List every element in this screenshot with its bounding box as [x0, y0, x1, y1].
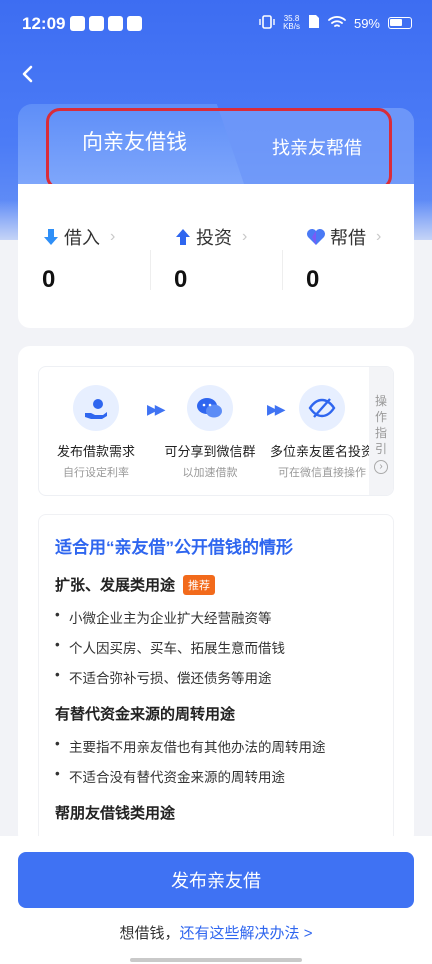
- stat-label: 投资: [196, 228, 232, 248]
- section-heading: 扩张、发展类用途 推荐: [55, 574, 377, 595]
- status-time: 12:09: [22, 14, 66, 33]
- step-share: 可分享到微信群 以加速借款: [155, 385, 265, 480]
- bullet-list: 主要指不用亲友借也有其他办法的周转用途 不适合没有替代资金来源的周转用途: [55, 736, 377, 786]
- chevron-right-icon: ›: [242, 228, 248, 245]
- suitable-usage-panel: 适合用“亲友借”公开借钱的情形 扩张、发展类用途 推荐 小微企业主为企业扩大经营…: [38, 514, 394, 846]
- heart-icon: [307, 229, 325, 245]
- arrow-up-icon: [176, 229, 190, 245]
- step-title: 发布借款需求: [56, 444, 135, 459]
- content-card: 发布借款需求 自行设定利率 ▶▶ 可分享到微信群 以加速借款 ▶▶ 多位亲友匿名…: [18, 346, 414, 846]
- sim-icon: [308, 14, 320, 32]
- status-bar: 12:09 35.8 KB/s 59%: [0, 0, 432, 50]
- chevron-right-icon: ›: [110, 228, 116, 245]
- steps-panel: 发布借款需求 自行设定利率 ▶▶ 可分享到微信群 以加速借款 ▶▶ 多位亲友匿名…: [38, 366, 394, 496]
- tiktok-icon: [108, 16, 123, 31]
- guide-label: 操作指引: [375, 394, 388, 456]
- stat-invest[interactable]: 投资 › 0: [174, 224, 247, 294]
- step-publish: 发布借款需求 自行设定利率: [41, 385, 151, 480]
- eye-slash-icon: [299, 385, 345, 431]
- stat-value: 0: [306, 266, 320, 293]
- chevron-left-icon: [22, 65, 33, 83]
- list-item: 小微企业主为企业扩大经营融资等: [55, 607, 377, 627]
- arrow-down-icon: [44, 229, 58, 245]
- hand-money-icon: [73, 385, 119, 431]
- recommend-badge: 推荐: [183, 574, 216, 595]
- publish-button[interactable]: 发布亲友借: [18, 852, 414, 908]
- info-title: 适合用“亲友借”公开借钱的情形: [55, 538, 293, 557]
- battery-icon: [388, 17, 412, 29]
- list-item: 主要指不用亲友借也有其他办法的周转用途: [55, 736, 377, 756]
- weibo-icon: [127, 16, 142, 31]
- footer-text: 想借钱，还有这些解决办法 >: [119, 925, 313, 942]
- chevron-right-icon: ›: [374, 460, 388, 474]
- divider: [150, 250, 151, 290]
- step-subtitle: 以加速借款: [182, 467, 238, 479]
- back-button[interactable]: [14, 60, 42, 88]
- stat-help[interactable]: 帮借 › 0: [306, 224, 381, 294]
- stat-value: 0: [174, 266, 188, 293]
- step-anonymous-invest: 多位亲友匿名投资 可在微信直接操作: [267, 385, 377, 480]
- stat-label: 帮借: [330, 228, 366, 248]
- home-indicator[interactable]: [130, 958, 302, 962]
- step-title: 多位亲友匿名投资: [269, 444, 374, 459]
- battery-percent: 59%: [353, 15, 380, 31]
- chevron-right-icon: ›: [376, 228, 382, 245]
- step-subtitle: 自行设定利率: [63, 467, 129, 479]
- section-heading: 有替代资金来源的周转用途: [55, 706, 236, 723]
- operation-guide-button[interactable]: 操作指引 ›: [369, 367, 393, 495]
- app-notification-icon: [70, 16, 85, 31]
- step-subtitle: 可在微信直接操作: [278, 467, 366, 479]
- stat-value: 0: [42, 266, 56, 293]
- stat-label: 借入: [64, 228, 100, 248]
- bullet-list: 小微企业主为企业扩大经营融资等 个人因买房、买车、拓展生意而借钱 不适合弥补亏损…: [55, 607, 377, 687]
- step-title: 可分享到微信群: [164, 444, 256, 459]
- solutions-link[interactable]: 还有这些解决办法 >: [180, 925, 313, 942]
- list-item: 个人因买房、买车、拓展生意而借钱: [55, 637, 377, 657]
- notification-icons: [70, 16, 142, 31]
- divider: [282, 250, 283, 290]
- app-notification-icon: [89, 16, 104, 31]
- section-heading: 帮朋友借钱类用途: [55, 805, 176, 822]
- wechat-icon: [187, 385, 233, 431]
- stats-card: 借入 › 0 投资 › 0 帮借 › 0: [18, 184, 414, 328]
- network-speed: 35.8 KB/s: [283, 14, 300, 31]
- list-item: 不适合没有替代资金来源的周转用途: [55, 766, 377, 786]
- wifi-icon: [328, 15, 346, 32]
- highlight-annotation: [46, 108, 392, 190]
- stat-borrow[interactable]: 借入 › 0: [42, 224, 115, 294]
- vibrate-icon: [259, 14, 275, 32]
- list-item: 不适合弥补亏损、偿还债务等用途: [55, 667, 377, 687]
